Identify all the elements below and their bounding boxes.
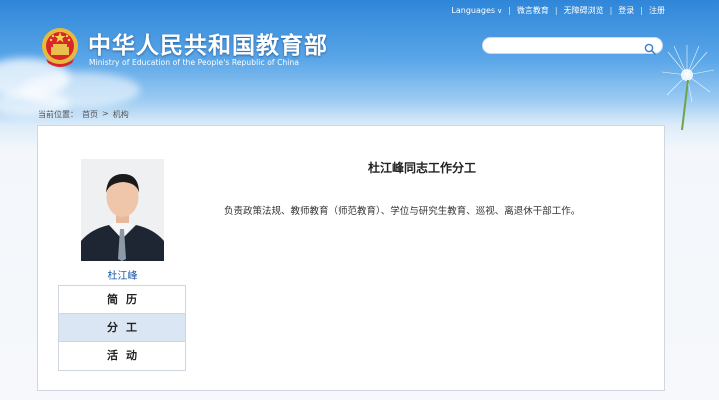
separator: | — [640, 5, 643, 15]
search-box — [482, 37, 663, 58]
separator: | — [508, 5, 511, 15]
menu-item-activities[interactable]: 活动 — [59, 342, 185, 370]
accessibility-link[interactable]: 无障碍浏览 — [564, 5, 604, 16]
national-emblem-icon[interactable] — [40, 25, 80, 69]
site-subtitle: Ministry of Education of the People's Re… — [89, 58, 300, 67]
dandelion-decoration — [652, 30, 719, 131]
profile-photo — [81, 159, 164, 261]
separator: | — [554, 5, 558, 15]
site-title[interactable]: 中华人民共和国教育部 — [88, 26, 328, 60]
breadcrumb-separator: > — [102, 109, 109, 118]
menu-item-resume[interactable]: 简历 — [59, 286, 185, 314]
chevron-down-icon: ∨ — [497, 6, 503, 15]
breadcrumb: 当前位置： 首页 > 机构 — [38, 109, 129, 120]
breadcrumb-home-link[interactable]: 首页 — [82, 109, 98, 120]
breadcrumb-current-link[interactable]: 机构 — [113, 109, 129, 120]
languages-link[interactable]: Languages ∨ — [451, 6, 502, 15]
weibo-link[interactable]: 微言教育 — [517, 5, 549, 16]
top-links-bar: Languages ∨ | 微言教育 | 无障碍浏览 | 登录 | 注册 — [451, 3, 665, 17]
menu-item-duties[interactable]: 分工 — [59, 314, 185, 342]
search-input[interactable] — [491, 43, 641, 58]
register-link[interactable]: 注册 — [649, 5, 665, 16]
profile-menu: 简历 分工 活动 — [58, 285, 186, 371]
login-link[interactable]: 登录 — [618, 5, 634, 16]
content-panel: 杜江峰 简历 分工 活动 杜江峰同志工作分工 负责政策法规、教师教育（师范教育）… — [37, 125, 665, 391]
person-name-link[interactable]: 杜江峰 — [81, 267, 164, 282]
page-title: 杜江峰同志工作分工 — [368, 161, 477, 175]
separator: | — [609, 5, 613, 15]
duties-description: 负责政策法规、教师教育（师范教育）、学位与研究生教育、巡视、离退休干部工作。 — [224, 206, 581, 217]
breadcrumb-label: 当前位置： — [38, 110, 78, 119]
